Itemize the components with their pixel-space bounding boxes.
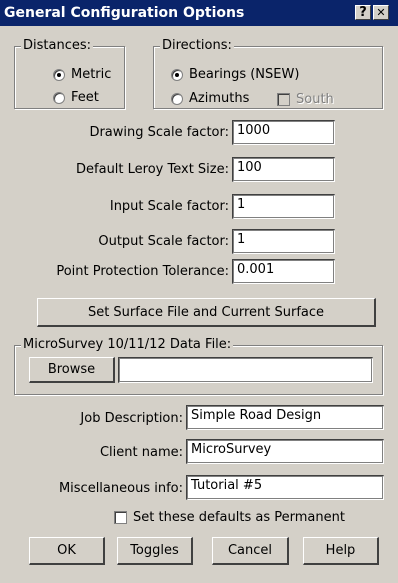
- job-description-field[interactable]: Simple Road Design: [186, 405, 384, 430]
- feet-radio[interactable]: Feet: [53, 90, 99, 105]
- ok-button[interactable]: OK: [29, 537, 105, 565]
- title-bar: General Configuration Options ? ✕: [0, 0, 398, 26]
- window-title: General Configuration Options: [4, 5, 245, 21]
- drawing-scale-field[interactable]: 1000: [232, 120, 335, 145]
- leroy-text-size-label: Default Leroy Text Size:: [76, 162, 229, 177]
- help-button[interactable]: Help: [303, 537, 379, 565]
- azimuths-radio-dot: [171, 92, 183, 105]
- output-scale-label: Output Scale factor:: [98, 234, 229, 249]
- input-scale-label: Input Scale factor:: [109, 199, 229, 214]
- bearings-radio[interactable]: Bearings (NSEW): [171, 67, 299, 82]
- toggles-button[interactable]: Toggles: [117, 537, 193, 565]
- feet-radio-dot: [53, 91, 65, 104]
- output-scale-field[interactable]: 1: [232, 229, 335, 254]
- south-label: South: [296, 92, 334, 107]
- metric-radio[interactable]: Metric: [53, 67, 111, 82]
- distances-legend: Distances:: [21, 38, 93, 53]
- input-scale-field[interactable]: 1: [232, 194, 335, 219]
- metric-radio-dot: [53, 68, 65, 81]
- point-tolerance-label: Point Protection Tolerance:: [56, 264, 229, 279]
- data-file-legend: MicroSurvey 10/11/12 Data File:: [21, 337, 234, 352]
- leroy-text-size-field[interactable]: 100: [232, 157, 335, 182]
- south-checkbox-box: [277, 93, 290, 106]
- job-description-label: Job Description:: [80, 411, 183, 426]
- misc-info-field[interactable]: Tutorial #5: [186, 475, 384, 500]
- point-tolerance-field[interactable]: 0.001: [232, 259, 335, 284]
- feet-label: Feet: [71, 90, 99, 105]
- permanent-label: Set these defaults as Permanent: [133, 510, 345, 525]
- client-name-label: Client name:: [99, 445, 183, 460]
- directions-legend: Directions:: [160, 38, 234, 53]
- bearings-radio-dot: [171, 68, 183, 81]
- close-icon[interactable]: ✕: [373, 5, 389, 20]
- bearings-label: Bearings (NSEW): [189, 67, 300, 82]
- azimuths-radio[interactable]: Azimuths: [171, 91, 249, 106]
- metric-label: Metric: [71, 67, 112, 82]
- client-name-field[interactable]: MicroSurvey: [186, 439, 384, 464]
- misc-info-label: Miscellaneous info:: [58, 481, 183, 496]
- permanent-checkbox[interactable]: Set these defaults as Permanent: [114, 510, 345, 525]
- south-checkbox[interactable]: South: [277, 92, 334, 107]
- data-file-field[interactable]: [118, 357, 373, 383]
- set-surface-button[interactable]: Set Surface File and Current Surface: [37, 298, 376, 327]
- permanent-checkbox-box: [114, 511, 127, 524]
- browse-button[interactable]: Browse: [29, 357, 115, 383]
- help-icon[interactable]: ?: [355, 5, 371, 20]
- drawing-scale-label: Drawing Scale factor:: [89, 125, 229, 140]
- cancel-button[interactable]: Cancel: [212, 537, 289, 565]
- azimuths-label: Azimuths: [189, 91, 250, 106]
